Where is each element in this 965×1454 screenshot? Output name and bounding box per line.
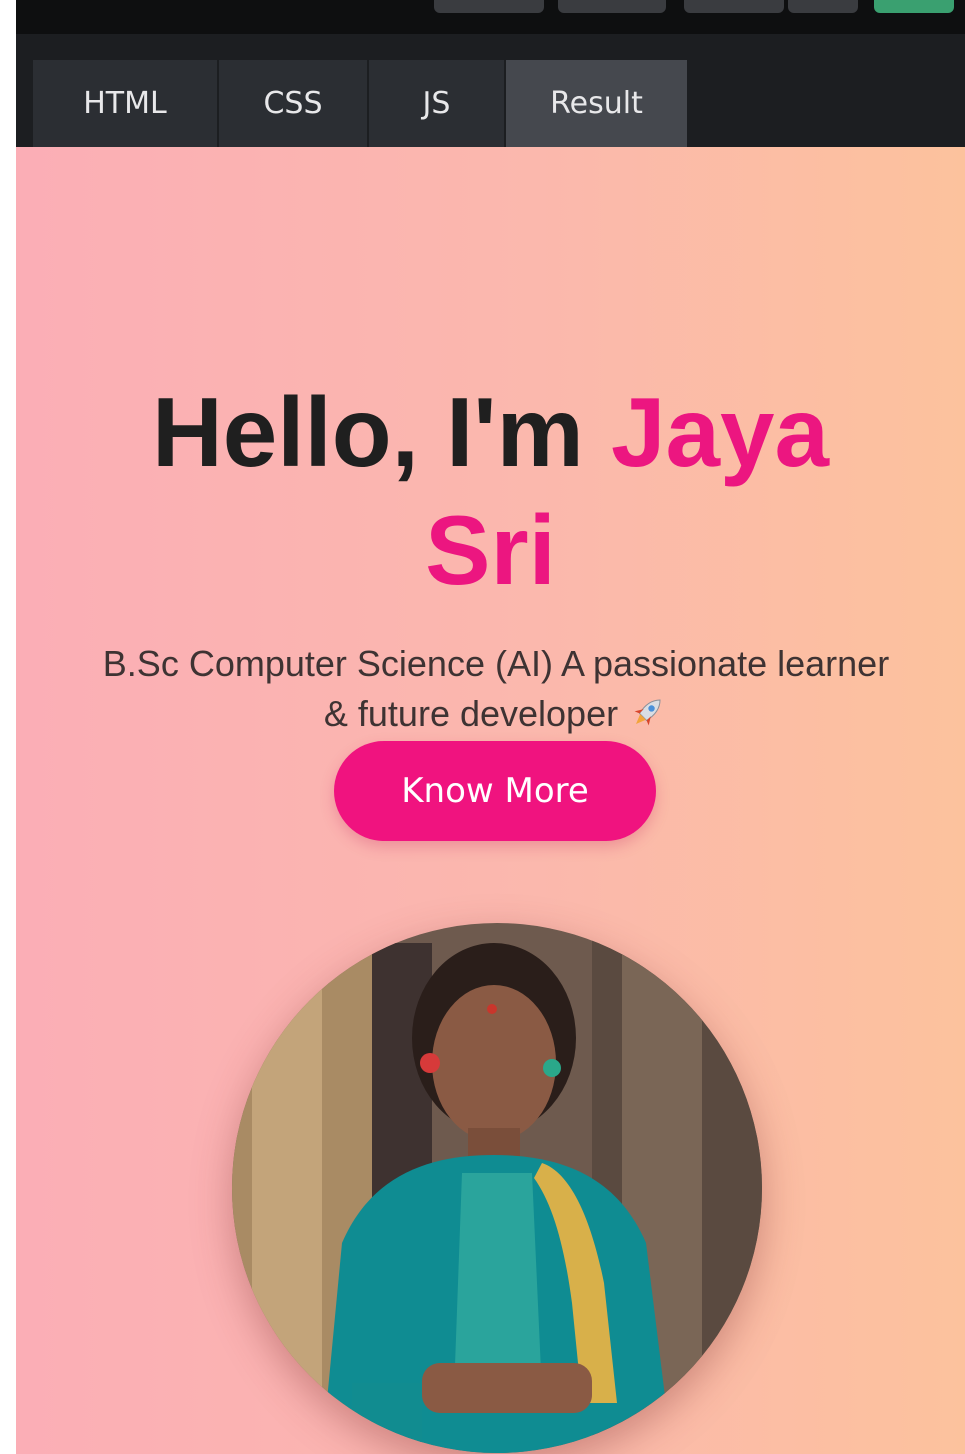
editor-toolbar: HTML CSS JS Result [16,0,965,147]
profile-photo [232,923,762,1453]
know-more-button[interactable]: Know More [334,741,656,841]
hero-subtitle-text: B.Sc Computer Science (AI) A passionate … [102,643,890,734]
browser-top-strip [16,0,965,34]
tab-js[interactable]: JS [369,60,506,147]
profile-photo-illustration [232,923,762,1453]
tab-css[interactable]: CSS [219,60,369,147]
hero-name-last: Sri [425,495,556,605]
result-panel: Hello, I'm Jaya Sri B.Sc Computer Scienc… [16,147,965,1454]
result-preview-frame: HTML CSS JS Result Hello, I'm Jaya Sri B… [16,0,965,1454]
toolbar-pill[interactable] [558,0,666,13]
tab-html[interactable]: HTML [33,60,219,147]
hero-greeting: Hello, I'm [152,377,584,487]
hero-name-first: Jaya [610,377,829,487]
editor-tabs: HTML CSS JS Result [33,60,689,147]
toolbar-pill-active[interactable] [874,0,954,13]
hero-subtitle: B.Sc Computer Science (AI) A passionate … [86,639,906,739]
rocket-icon [634,699,661,726]
hero-heading: Hello, I'm Jaya Sri [16,373,965,609]
toolbar-pill[interactable] [434,0,544,13]
toolbar-pill[interactable] [788,0,858,13]
tab-result[interactable]: Result [506,60,689,147]
toolbar-pill[interactable] [684,0,784,13]
